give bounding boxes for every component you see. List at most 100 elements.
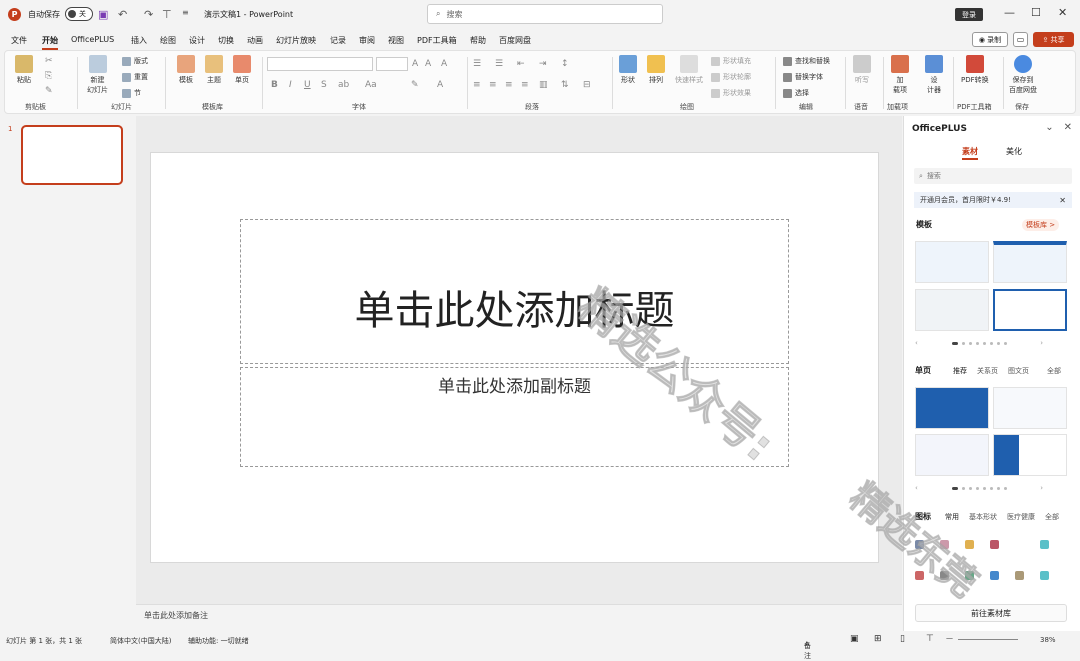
pdf-convert-button[interactable]: PDF转换 [961,55,989,85]
mountain-icon[interactable] [990,540,999,549]
notes-pane[interactable]: 单击此处添加备注 [136,604,902,631]
bold-icon[interactable]: B [271,80,278,90]
panel-tab-beautify[interactable]: 美化 [1006,146,1022,157]
select-button[interactable]: 选择 [783,88,809,98]
minimize-icon[interactable]: — [1004,6,1015,19]
car-icon[interactable] [915,571,924,580]
title-placeholder[interactable]: 单击此处添加标题 [240,219,789,364]
promo-banner[interactable]: 开通月会员，首月限时￥4.9! ✕ [914,192,1072,208]
tab-pdf-toolbox[interactable]: PDF工具箱 [417,35,457,46]
reading-view-icon[interactable]: ▯ [900,634,905,644]
present-icon[interactable]: ⊤ [162,8,172,21]
templates-more-link[interactable]: 模板库 > [1022,219,1060,231]
slideshow-view-icon[interactable]: ⊤ [926,634,934,644]
save-icon[interactable]: ▣ [98,8,108,21]
user-icon[interactable] [940,540,949,549]
chart-icon[interactable] [1015,540,1024,549]
tab-officeplus[interactable]: OfficePLUS [71,35,114,44]
tab-draw[interactable]: 绘图 [160,35,176,46]
template-thumbnail[interactable] [993,241,1067,283]
page-thumbnail[interactable] [915,434,989,476]
font-size-select[interactable] [376,57,408,71]
zoom-level[interactable]: 38% [1040,636,1056,644]
quick-style-button[interactable]: 快速样式 [675,55,703,85]
paste-button[interactable]: 粘贴 [15,55,33,85]
promo-close-icon[interactable]: ✕ [1059,196,1066,205]
icons-subtab[interactable]: 常用 [945,512,959,522]
arrange-button[interactable]: 排列 [647,55,665,85]
indent-icon[interactable]: ⇤ [517,59,525,69]
share-button[interactable]: ⇪ 共享 [1033,32,1074,47]
templates-pager[interactable]: ‹ › [915,339,1043,347]
tab-home[interactable]: 开始 [42,35,58,50]
tab-baidu-netdisk[interactable]: 百度网盘 [499,35,531,46]
template-thumbnail[interactable] [915,241,989,283]
autosave-toggle[interactable]: 关 [65,7,93,21]
chevron-down-icon[interactable]: ⌄ [1045,122,1053,133]
save-baidu-button[interactable]: 保存到 百度网盘 [1009,55,1037,95]
line-spacing-icon[interactable]: ↕ [561,59,569,69]
shape-fill-button[interactable]: 形状填充 [711,56,751,66]
accessibility-status[interactable]: 辅助功能: 一切就绪 [188,636,249,646]
chevron-right-icon[interactable]: › [1040,484,1043,492]
flag-icon[interactable] [965,540,974,549]
login-button[interactable]: 登录 [955,8,983,21]
tab-review[interactable]: 审阅 [359,35,375,46]
page-thumbnail[interactable] [993,387,1067,429]
icons-subtab[interactable]: 医疗健康 [1007,512,1035,522]
tab-design[interactable]: 设计 [189,35,205,46]
pages-subtab[interactable]: 全部 [1047,366,1061,376]
addins-button[interactable]: 加 载项 [891,55,909,95]
zoom-slider[interactable] [958,639,1018,640]
tab-view[interactable]: 视图 [388,35,404,46]
comment-icon[interactable]: ▭ [1013,32,1028,47]
panel-tab-materials[interactable]: 素材 [962,146,978,160]
water-icon[interactable] [1040,571,1049,580]
change-case-icon[interactable]: Aa [365,80,377,90]
columns-icon[interactable]: ▥ [539,80,548,90]
text-direction-icon[interactable]: ⇅ [561,80,569,90]
zoom-out-icon[interactable]: — [946,634,953,642]
designer-button[interactable]: 设 计器 [925,55,943,95]
new-slide-button[interactable]: 新建 幻灯片 [87,55,108,95]
shape-button[interactable]: 形状 [619,55,637,85]
laptop-icon[interactable] [940,571,949,580]
highlight-icon[interactable]: ✎ [411,80,419,90]
find-replace-button[interactable]: 查找和替换 [783,56,830,66]
font-family-select[interactable] [267,57,373,71]
language-status[interactable]: 简体中文(中国大陆) [110,636,171,646]
people-icon[interactable] [965,571,974,580]
panel-search-input[interactable]: ⌕ 搜索 [914,168,1072,184]
customize-qat-icon[interactable]: ≡ [182,8,189,17]
template-button[interactable]: 模板 [177,55,195,85]
go-to-library-button[interactable]: 前往素材库 [915,604,1067,622]
building-icon[interactable] [1015,571,1024,580]
single-page-button[interactable]: 单页 [233,55,251,85]
bullets-icon[interactable]: ☰ [473,59,481,69]
char-spacing-icon[interactable]: ab [338,80,349,90]
format-painter-icon[interactable]: ✎ [45,86,53,96]
chevron-left-icon[interactable]: ‹ [915,484,918,492]
ship-icon[interactable] [990,571,999,580]
template-thumbnail[interactable] [915,289,989,331]
undo-icon[interactable]: ↶ [118,8,127,21]
font-color-icon[interactable]: A [437,80,443,90]
tab-transitions[interactable]: 切换 [218,35,234,46]
copy-icon[interactable]: ⎘ [45,71,52,81]
numbering-icon[interactable]: ☰ [495,59,503,69]
layout-button[interactable]: 版式 [122,56,148,66]
page-thumbnail[interactable] [915,387,989,429]
theme-button[interactable]: 主题 [205,55,223,85]
rocket-icon[interactable] [915,540,924,549]
pages-subtab[interactable]: 图文页 [1008,366,1029,376]
align-left-icon[interactable]: ≡ [473,80,481,90]
justify-icon[interactable]: ≡ [521,80,529,90]
maximize-icon[interactable]: ☐ [1031,6,1041,19]
subtitle-placeholder[interactable]: 单击此处添加副标题 [240,367,789,467]
tab-insert[interactable]: 插入 [131,35,147,46]
underline-icon[interactable]: U [304,80,311,90]
align-right-icon[interactable]: ≡ [505,80,513,90]
italic-icon[interactable]: I [289,80,292,90]
icons-subtab[interactable]: 基本形状 [969,512,997,522]
tab-slideshow[interactable]: 幻灯片放映 [276,35,316,46]
